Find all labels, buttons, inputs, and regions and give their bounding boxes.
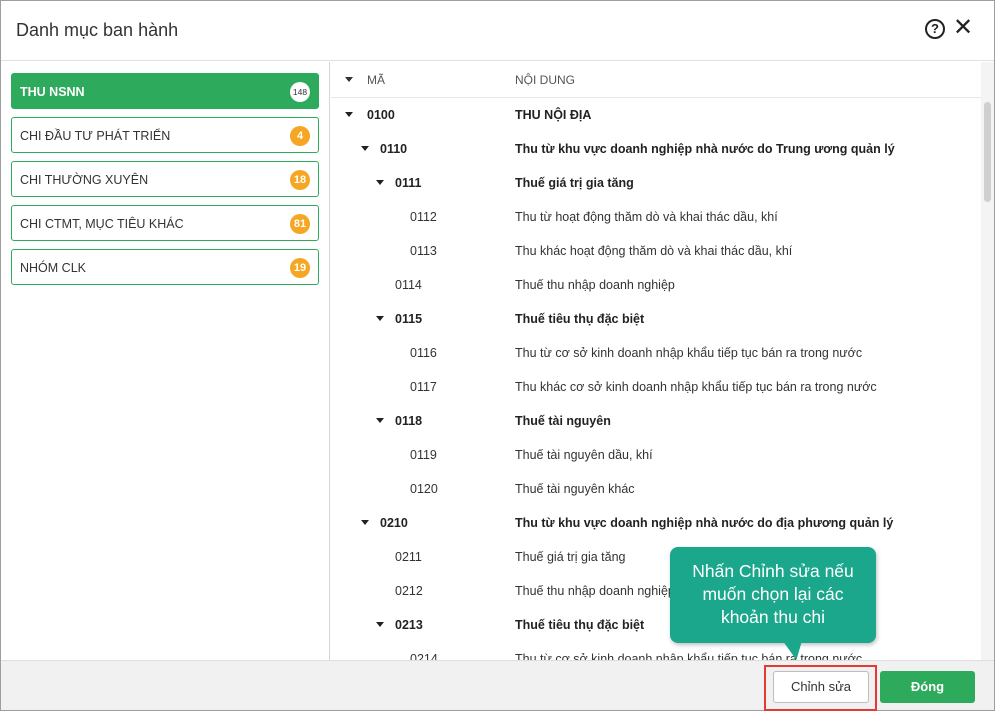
dialog-footer: Chỉnh sửa Đóng (1, 660, 994, 711)
count-badge: 19 (290, 258, 310, 278)
row-code: 0211 (395, 550, 422, 564)
table-row[interactable]: 0114 Thuế thu nhập doanh nghiệp (331, 268, 981, 302)
category-label: CHI THƯỜNG XUYÊN (20, 173, 149, 187)
category-label: CHI ĐẦU TƯ PHÁT TRIỂN (20, 129, 171, 143)
row-code: 0113 (410, 244, 437, 258)
expand-toggle-icon[interactable] (361, 146, 369, 151)
row-content: Thuế tài nguyên dầu, khí (515, 448, 653, 462)
table-row[interactable]: 0118 Thuế tài nguyên (331, 404, 981, 438)
table-row[interactable]: 0112 Thu từ hoạt động thăm dò và khai thá… (331, 200, 981, 234)
row-content: Thuế giá trị gia tăng (515, 176, 634, 190)
table-row[interactable]: 0111 Thuế giá trị gia tăng (331, 166, 981, 200)
category-item-nhom-clk[interactable]: NHÓM CLK 19 (11, 249, 319, 285)
dialog-header: Danh mục ban hành ? ✕ (1, 1, 994, 61)
category-item-thu-nsnn[interactable]: THU NSNN 148 (11, 73, 319, 109)
row-code: 0110 (380, 142, 408, 156)
table-row[interactable]: 0115 Thuế tiêu thụ đặc biệt (331, 302, 981, 336)
row-code: 0120 (410, 482, 438, 496)
table-row[interactable]: 0211 Thuế giá trị gia tăng (331, 540, 981, 574)
row-code: 0116 (410, 346, 437, 360)
row-code: 0118 (395, 414, 423, 428)
row-code: 0210 (380, 516, 408, 530)
help-icon[interactable]: ? (925, 19, 945, 39)
dialog-title: Danh mục ban hành (16, 20, 179, 40)
table-row[interactable]: 0117 Thu khác cơ sở kinh doanh nhập khẩu … (331, 370, 981, 404)
table-row[interactable]: 0113 Thu khác hoạt động thăm dò và khai t… (331, 234, 981, 268)
tooltip-line: khoản thu chi (720, 607, 826, 627)
column-header-content: NỘI DUNG (515, 73, 575, 87)
table-row[interactable]: 0116 Thu từ cơ sở kinh doanh nhập khẩu ti… (331, 336, 981, 370)
row-content: Thu khác cơ sở kinh doanh nhập khẩu tiếp… (515, 380, 877, 394)
close-icon[interactable]: ✕ (952, 16, 974, 40)
vertical-scrollbar[interactable] (981, 62, 994, 660)
row-content: THU NỘI ĐỊA (515, 108, 592, 122)
row-code: 0114 (395, 278, 422, 292)
row-code: 0214 (410, 652, 438, 660)
expand-toggle-icon[interactable] (376, 316, 384, 321)
row-code: 0119 (410, 448, 437, 462)
table-row[interactable]: 0119 Thuế tài nguyên dầu, khí (331, 438, 981, 472)
collapse-all-icon[interactable] (345, 77, 353, 82)
table-row[interactable]: 0120 Thuế tài nguyên khác (331, 472, 981, 506)
row-content: Thuế thu nhập doanh nghiệp (515, 584, 675, 598)
row-content: Thu khác hoạt động thăm dò và khai thác … (515, 244, 793, 258)
row-code: 0213 (395, 618, 423, 632)
table-row[interactable]: 0210 Thu từ khu vực doanh nghiệp nhà nước… (331, 506, 981, 540)
category-label: CHI CTMT, MỤC TIÊU KHÁC (20, 217, 184, 231)
row-code: 0111 (395, 176, 422, 190)
row-code: 0115 (395, 312, 423, 326)
row-code: 0212 (395, 584, 423, 598)
category-item-chi-thuong-xuyen[interactable]: CHI THƯỜNG XUYÊN 18 (11, 161, 319, 197)
hint-tooltip: Nhấn Chỉnh sửa nếu muốn chọn lại các kho… (670, 547, 876, 643)
table-row[interactable]: 0100 THU NỘI ĐỊA (331, 98, 981, 132)
row-content: Thu từ cơ sở kinh doanh nhập khẩu tiếp t… (515, 652, 863, 660)
row-content: Thu từ khu vực doanh nghiệp nhà nước do … (515, 516, 894, 530)
row-content: Thuế thu nhập doanh nghiệp (515, 278, 675, 292)
scrollbar-thumb[interactable] (984, 102, 991, 202)
count-badge: 148 (290, 82, 310, 102)
count-badge: 4 (290, 126, 310, 146)
expand-toggle-icon[interactable] (376, 180, 384, 185)
expand-toggle-icon[interactable] (376, 418, 384, 423)
row-content: Thu từ hoạt động thăm dò và khai thác dầ… (515, 210, 778, 224)
row-content: Thu từ khu vực doanh nghiệp nhà nước do … (515, 142, 895, 156)
category-label: NHÓM CLK (20, 261, 86, 275)
tooltip-line: Nhấn Chỉnh sửa nếu (692, 561, 854, 581)
row-content: Thuế tài nguyên khác (515, 482, 635, 496)
row-code: 0112 (410, 210, 437, 224)
expand-toggle-icon[interactable] (376, 622, 384, 627)
row-content: Thuế tiêu thụ đặc biệt (515, 618, 645, 632)
count-badge: 81 (290, 214, 310, 234)
column-header-code: MÃ (367, 73, 385, 87)
close-button[interactable]: Đóng (880, 671, 975, 703)
tooltip-line: muốn chọn lại các (702, 584, 844, 604)
table-row[interactable]: 0214 Thu từ cơ sở kinh doanh nhập khẩu ti… (331, 642, 981, 660)
tree-table: MÃ NỘI DUNG 0100 THU NỘI ĐỊA 0110 Thu từ kh… (331, 62, 994, 660)
row-content: Thuế tài nguyên (515, 414, 611, 428)
row-content: Thuế giá trị gia tăng (515, 550, 626, 564)
table-row[interactable]: 0110 Thu từ khu vực doanh nghiệp nhà nước… (331, 132, 981, 166)
row-code: 0100 (367, 108, 395, 122)
category-item-chi-dau-tu[interactable]: CHI ĐẦU TƯ PHÁT TRIỂN 4 (11, 117, 319, 153)
row-content: Thuế tiêu thụ đặc biệt (515, 312, 645, 326)
count-badge: 18 (290, 170, 310, 190)
category-list: THU NSNN 148 CHI ĐẦU TƯ PHÁT TRIỂN 4 CHI… (1, 62, 330, 660)
category-item-chi-ctmt[interactable]: CHI CTMT, MỤC TIÊU KHÁC 81 (11, 205, 319, 241)
edit-button[interactable]: Chỉnh sửa (773, 671, 869, 703)
expand-toggle-icon[interactable] (345, 112, 353, 117)
table-header: MÃ NỘI DUNG (331, 62, 981, 98)
expand-toggle-icon[interactable] (361, 520, 369, 525)
table-row[interactable]: 0213 Thuế tiêu thụ đặc biệt (331, 608, 981, 642)
table-row[interactable]: 0212 Thuế thu nhập doanh nghiệp (331, 574, 981, 608)
row-code: 0117 (410, 380, 437, 394)
category-label: THU NSNN (20, 85, 85, 99)
row-content: Thu từ cơ sở kinh doanh nhập khẩu tiếp t… (515, 346, 863, 360)
